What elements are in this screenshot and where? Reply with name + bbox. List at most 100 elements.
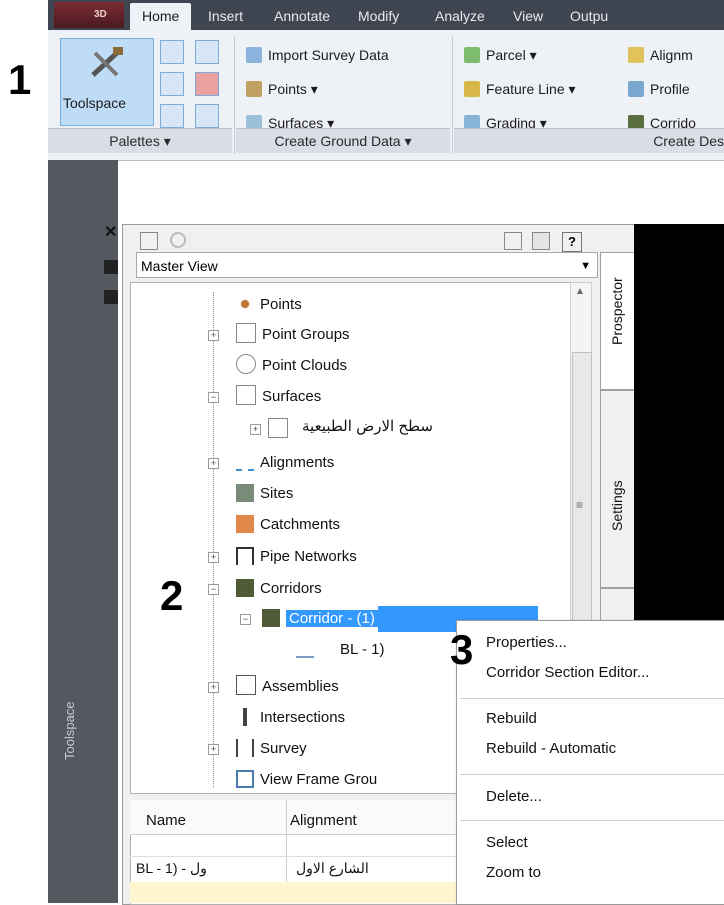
import-survey-data-button[interactable]: Import Survey Data: [246, 44, 389, 66]
tab-modify[interactable]: Modify: [358, 3, 399, 30]
item-view-icon[interactable]: [504, 232, 522, 250]
tab-prospector[interactable]: Prospector: [600, 252, 636, 390]
toolspace-label: Toolspace: [63, 95, 127, 111]
feature-line-button[interactable]: Feature Line ▾: [464, 78, 576, 100]
application-button[interactable]: 3D: [54, 2, 124, 28]
column-name[interactable]: Name: [146, 812, 186, 829]
menu-item-select[interactable]: Select: [486, 834, 528, 851]
tree-item-intersections[interactable]: Intersections: [236, 705, 345, 731]
alignments-icon: [236, 451, 254, 471]
tree-label: Corridors: [260, 580, 322, 597]
tree-item-surfaces[interactable]: Surfaces: [236, 384, 321, 410]
profile-button[interactable]: Profile: [628, 78, 690, 100]
prospector-palette-icon[interactable]: [160, 40, 184, 64]
tab-prospector-label: Prospector: [609, 277, 625, 345]
menu-item-rebuild-automatic[interactable]: Rebuild - Automatic: [486, 740, 616, 757]
import-survey-label: Import Survey Data: [268, 47, 389, 63]
context-menu: [456, 620, 724, 905]
tree-item-point-clouds[interactable]: Point Clouds: [236, 353, 347, 379]
tree-item-alignments[interactable]: Alignments: [236, 450, 334, 476]
tab-analyze[interactable]: Analyze: [435, 3, 485, 30]
panel-create-ground-data[interactable]: Create Ground Data ▾: [236, 128, 450, 153]
tab-home[interactable]: Home: [130, 3, 192, 30]
expand-icon[interactable]: +: [208, 552, 219, 563]
points-button[interactable]: Points ▾: [246, 78, 318, 100]
tab-view[interactable]: View: [513, 3, 543, 30]
settings-palette-icon[interactable]: [195, 40, 219, 64]
toolspace-button[interactable]: Toolspace: [60, 38, 154, 126]
menu-separator: [460, 820, 724, 821]
feature-line-icon: [464, 81, 480, 97]
tree-item-points[interactable]: Points: [236, 292, 302, 318]
view-frame-icon: [236, 770, 254, 788]
tree-item-catchments[interactable]: Catchments: [236, 512, 340, 538]
tab-output[interactable]: Outpu: [570, 3, 608, 30]
menu-item-corridor-section-editor[interactable]: Corridor Section Editor...: [486, 664, 649, 681]
column-alignment[interactable]: Alignment: [290, 812, 357, 829]
tab-settings[interactable]: Settings: [600, 390, 636, 588]
close-icon[interactable]: ✕: [104, 225, 118, 241]
annotation-number-2: 2: [160, 572, 184, 619]
refresh-icon[interactable]: [170, 232, 186, 248]
points-icon: [236, 295, 254, 313]
scroll-up-icon[interactable]: ▲: [575, 286, 585, 297]
expand-icon[interactable]: +: [208, 682, 219, 693]
parcel-icon: [464, 47, 480, 63]
tree-line: [213, 292, 215, 788]
tab-annotate[interactable]: Annotate: [274, 3, 330, 30]
expand-icon[interactable]: +: [208, 458, 219, 469]
view-dropdown-value: Master View: [141, 258, 218, 274]
tree-label: Alignments: [260, 454, 335, 471]
tree-label: Point Groups: [262, 326, 350, 343]
survey-palette-icon[interactable]: [160, 72, 184, 96]
tree-item-assemblies[interactable]: Assemblies: [236, 674, 339, 700]
expand-icon[interactable]: +: [208, 744, 219, 755]
collapse-icon[interactable]: −: [208, 584, 219, 595]
expand-icon[interactable]: +: [250, 424, 261, 435]
tree-item-surface-natural-ground[interactable]: سطح الارض الطبيعية: [302, 414, 433, 440]
window-menu-icon[interactable]: [104, 290, 118, 304]
menu-separator: [460, 698, 724, 699]
surface-icon: [268, 418, 288, 438]
menu-item-rebuild[interactable]: Rebuild: [486, 710, 537, 727]
tree-label: Intersections: [260, 709, 346, 726]
tree-item-sites[interactable]: Sites: [236, 481, 293, 507]
corridors-icon: [236, 579, 254, 597]
assemblies-icon: [236, 675, 256, 695]
point-clouds-icon: [236, 354, 256, 374]
tree-item-survey[interactable]: Survey: [236, 736, 307, 762]
tree-item-point-groups[interactable]: Point Groups: [236, 322, 350, 348]
intersections-icon: [236, 708, 254, 726]
alignment-button[interactable]: Alignm: [628, 44, 693, 66]
expand-icon[interactable]: +: [208, 330, 219, 341]
annotation-number-3: 3: [450, 626, 474, 673]
tree-item-pipe-networks[interactable]: Pipe Networks: [236, 544, 357, 570]
parcel-button[interactable]: Parcel ▾: [464, 44, 537, 66]
collapse-icon[interactable]: −: [208, 392, 219, 403]
list-view-icon[interactable]: [532, 232, 550, 250]
toolbox-palette-icon[interactable]: [195, 72, 219, 96]
tree-label: View Frame Grou: [260, 771, 378, 788]
panel-palettes[interactable]: Palettes ▾: [48, 128, 232, 153]
collapse-icon[interactable]: −: [240, 614, 251, 625]
points-icon: [246, 81, 262, 97]
properties-palette-icon[interactable]: [160, 104, 184, 128]
view-dropdown[interactable]: Master View ▼: [136, 252, 598, 278]
layout-palette-icon[interactable]: [195, 104, 219, 128]
menu-item-delete[interactable]: Delete...: [486, 788, 542, 805]
grid-cell-name[interactable]: BL - 1) - ول: [136, 860, 207, 877]
panel-create-design[interactable]: Create Des: [454, 128, 724, 153]
zoom-selection-icon[interactable]: [140, 232, 158, 250]
grid-cell-alignment[interactable]: الشارع الاول: [296, 860, 369, 877]
autohide-icon[interactable]: [104, 260, 118, 274]
survey-icon: [236, 739, 254, 757]
tab-insert[interactable]: Insert: [208, 3, 243, 30]
tree-label: Catchments: [260, 516, 341, 533]
tree-item-corridors[interactable]: Corridors: [236, 576, 322, 602]
tree-item-view-frame-groups[interactable]: View Frame Grou: [236, 767, 377, 793]
help-icon[interactable]: ?: [562, 232, 582, 252]
tree-item-baseline[interactable]: BL - 1): [296, 637, 384, 663]
feature-line-label: Feature Line ▾: [486, 81, 576, 97]
menu-item-zoom-to[interactable]: Zoom to: [486, 864, 541, 881]
menu-item-properties[interactable]: Properties...: [486, 634, 567, 651]
